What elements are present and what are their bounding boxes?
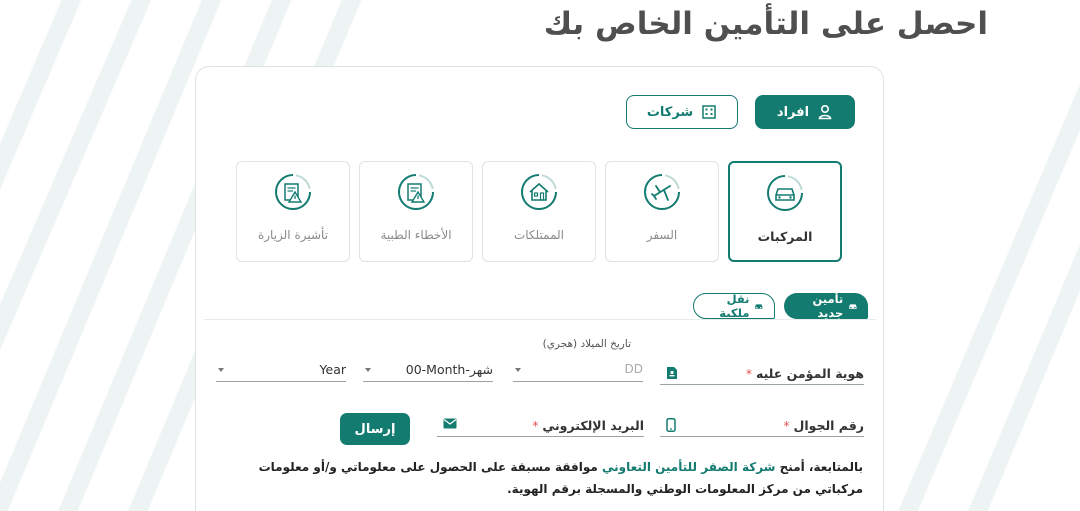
new-insurance-label: تأمين جديد xyxy=(812,292,844,320)
building-icon xyxy=(702,105,716,119)
mobile-phone-icon xyxy=(666,418,676,432)
insurance-card: افراد شركات المركبات السفر الممتلكات الأ… xyxy=(195,66,884,511)
year-select[interactable]: Year xyxy=(216,360,346,382)
airplane-icon xyxy=(644,174,680,210)
envelope-icon xyxy=(443,418,457,429)
send-button[interactable]: إرسال xyxy=(340,413,410,445)
visa-report-icon xyxy=(275,174,311,210)
car-icon xyxy=(767,175,803,211)
category-travel[interactable]: السفر xyxy=(605,161,719,262)
month-select[interactable]: 00-Month-شهر xyxy=(363,360,493,382)
section-divider xyxy=(204,319,876,320)
month-value: 00-Month-شهر xyxy=(405,362,493,377)
house-icon xyxy=(521,174,557,210)
insured-id-field[interactable]: هوية المؤمن عليه * xyxy=(660,363,864,385)
company-name: شركة الصقر للتأمين التعاوني xyxy=(602,460,776,474)
category-label: تأشيرة الزيارة xyxy=(257,228,329,242)
consent-text: بالمتابعة، أمنح شركة الصقر للتأمين التعا… xyxy=(223,456,863,500)
id-card-icon xyxy=(667,367,677,379)
medical-report-icon xyxy=(398,174,434,210)
category-label: السفر xyxy=(646,228,678,242)
companies-button[interactable]: شركات xyxy=(626,95,738,129)
category-visit-visa[interactable]: تأشيرة الزيارة xyxy=(236,161,350,262)
category-label: الممتلكات xyxy=(513,228,565,242)
chevron-down-icon xyxy=(218,368,224,372)
insured-id-label: هوية المؤمن عليه xyxy=(756,366,864,381)
companies-label: شركات xyxy=(646,104,694,120)
car-icon xyxy=(755,304,763,309)
required-mark: * xyxy=(783,418,790,433)
day-select[interactable]: DD xyxy=(513,360,643,382)
mobile-field[interactable]: رقم الجوال * xyxy=(660,415,864,437)
category-medical-errors[interactable]: الأخطاء الطبية xyxy=(359,161,473,262)
individuals-button[interactable]: افراد xyxy=(755,95,855,129)
category-label: الأخطاء الطبية xyxy=(380,228,452,242)
page: احصل على التأمين الخاص بك افراد شركات ال… xyxy=(0,0,1080,511)
new-insurance-tab[interactable]: تأمين جديد xyxy=(784,292,868,320)
individuals-label: افراد xyxy=(776,104,810,120)
category-property[interactable]: الممتلكات xyxy=(482,161,596,262)
email-label: البريد الإلكتروني xyxy=(542,418,644,433)
required-mark: * xyxy=(532,418,539,433)
car-icon xyxy=(849,304,857,309)
chevron-down-icon xyxy=(365,368,371,372)
page-title: احصل على التأمين الخاص بك xyxy=(543,6,988,42)
user-icon xyxy=(818,104,832,120)
required-mark: * xyxy=(746,366,752,381)
ownership-transfer-tab[interactable]: نقل ملكية xyxy=(693,292,775,320)
consent-prefix: بالمتابعة، أمنح xyxy=(775,460,863,474)
birth-date-caption: تاريخ الميلاد (هجري) xyxy=(542,338,631,350)
ownership-transfer-label: نقل ملكية xyxy=(719,292,750,320)
mobile-label: رقم الجوال xyxy=(793,418,865,433)
year-value: Year xyxy=(319,362,346,377)
email-field[interactable]: البريد الإلكتروني * xyxy=(437,415,644,437)
day-placeholder: DD xyxy=(624,362,643,376)
category-label: المركبات xyxy=(757,229,813,244)
chevron-down-icon xyxy=(515,368,521,372)
category-vehicles[interactable]: المركبات xyxy=(728,161,842,262)
